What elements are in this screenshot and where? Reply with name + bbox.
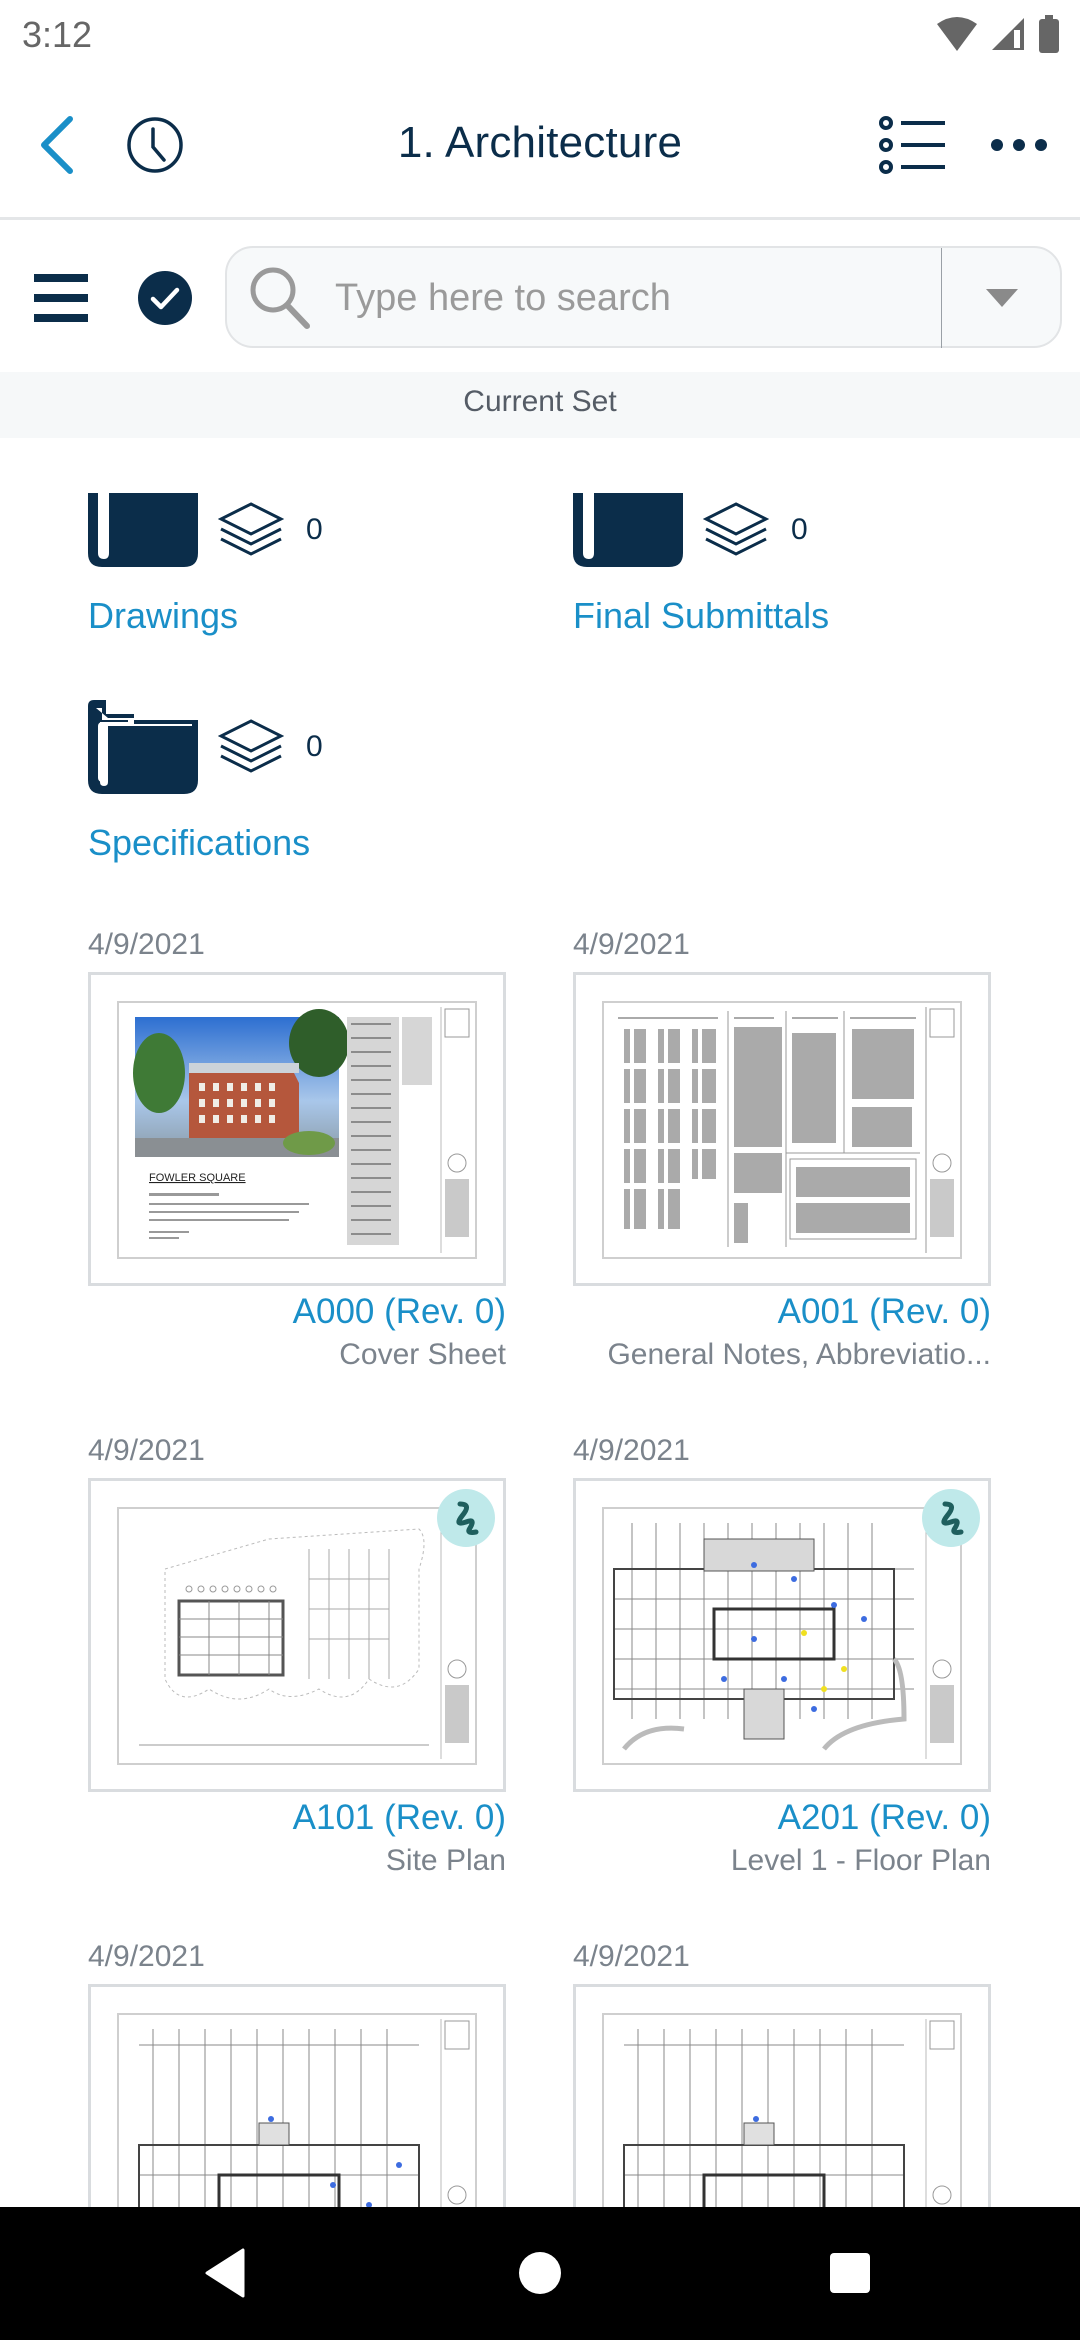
floor-plan-thumbnail	[613, 1513, 954, 1759]
nav-recents-button[interactable]	[815, 2243, 885, 2303]
status-bar: 3:12	[0, 0, 1080, 70]
sheet-name: General Notes, Abbreviatio...	[607, 1338, 991, 1371]
sheet-code[interactable]: A000 (Rev. 0)	[88, 1292, 506, 1332]
list-view-icon	[879, 116, 945, 174]
sheet-date: 4/9/2021	[88, 1940, 205, 1973]
sheet-date: 4/9/2021	[573, 1940, 690, 1973]
search-field[interactable]	[225, 246, 1062, 348]
notes-sheet-thumbnail	[618, 1007, 955, 1253]
sheet-card[interactable]: 4/9/2021 A201 (Rev. 0) Level 1 - Floor P…	[573, 1434, 991, 1878]
system-nav-bar	[0, 2207, 1080, 2340]
folder-icon	[88, 700, 198, 794]
folder-icon	[573, 493, 683, 567]
search-filter-dropdown[interactable]	[942, 248, 1062, 348]
toolbar	[0, 223, 1080, 372]
site-plan-thumbnail	[139, 1513, 469, 1759]
sheet-drawing: FOWLER SQUARE	[117, 1001, 477, 1259]
list-view-button[interactable]	[876, 110, 952, 180]
thumb-title: FOWLER SQUARE	[149, 1172, 246, 1184]
hamburger-menu-icon	[34, 274, 88, 322]
battery-icon	[1039, 15, 1059, 53]
sheet-date: 4/9/2021	[88, 928, 205, 961]
more-options-button[interactable]	[984, 120, 1054, 170]
nav-recents-icon	[830, 2253, 870, 2293]
app-header: 1. Architecture	[0, 70, 1080, 220]
sheet-name: Site Plan	[385, 1844, 506, 1877]
folder-label[interactable]: Final Submittals	[573, 595, 829, 637]
folder-final-submittals[interactable]: 0 Final Submittals	[573, 493, 829, 637]
sheet-card[interactable]: 4/9/2021 A001 (Rev. 0) General Notes, Ab…	[573, 928, 991, 1372]
layers-icon	[703, 502, 769, 556]
layers-icon	[218, 502, 284, 556]
folder-label[interactable]: Specifications	[88, 822, 323, 864]
folder-count: 0	[306, 513, 323, 546]
sheet-thumbnail[interactable]	[88, 1478, 506, 1792]
sheet-drawing	[602, 1001, 962, 1259]
current-set-label: Current Set	[463, 385, 617, 418]
sheet-code[interactable]: A101 (Rev. 0)	[88, 1798, 506, 1838]
search-input[interactable]	[335, 268, 925, 328]
folder-icon	[88, 493, 198, 567]
markup-squiggle-icon	[941, 1501, 964, 1535]
markup-badge	[922, 1489, 980, 1547]
sheet-date: 4/9/2021	[573, 928, 690, 961]
sheet-name: Cover Sheet	[339, 1338, 506, 1371]
status-icons	[936, 15, 1060, 53]
search-icon	[250, 267, 310, 329]
wifi-icon	[937, 17, 977, 51]
nav-home-button[interactable]	[505, 2243, 575, 2303]
folder-count: 0	[791, 513, 808, 546]
status-time: 3:12	[22, 14, 93, 55]
sheet-card[interactable]: 4/9/2021 A101 (Rev. 0) Site Plan	[88, 1434, 506, 1878]
more-dots-icon	[991, 139, 1047, 151]
sheet-thumbnail[interactable]: FOWLER SQUARE	[88, 972, 506, 1286]
check-circle-icon	[138, 271, 192, 325]
cell-signal-icon	[992, 18, 1024, 50]
markup-squiggle-icon	[456, 1501, 479, 1535]
sheet-code[interactable]: A201 (Rev. 0)	[573, 1798, 991, 1838]
sheet-thumbnail[interactable]	[573, 972, 991, 1286]
current-set-banner: Current Set	[0, 372, 1080, 438]
sheet-name: Level 1 - Floor Plan	[730, 1844, 991, 1877]
select-mode-button[interactable]	[134, 268, 196, 328]
cover-sheet-thumbnail: FOWLER SQUARE	[133, 1007, 470, 1253]
sheet-drawing	[602, 1507, 962, 1765]
sheet-code[interactable]: A001 (Rev. 0)	[573, 1292, 991, 1332]
sheet-date: 4/9/2021	[88, 1434, 205, 1467]
folder-drawings[interactable]: 0 Drawings	[88, 493, 323, 637]
sheet-drawing	[117, 1507, 477, 1765]
sheet-date: 4/9/2021	[573, 1434, 690, 1467]
menu-button[interactable]	[30, 268, 94, 328]
folder-count: 0	[306, 730, 323, 763]
nav-back-button[interactable]	[190, 2243, 260, 2303]
markup-badge	[437, 1489, 495, 1547]
sheet-card[interactable]: 4/9/2021 FOWLER SQUARE A000 (Rev. 0) Cov…	[88, 928, 506, 1372]
nav-home-icon	[519, 2252, 561, 2294]
folder-specifications[interactable]: 0 Specifications	[88, 700, 323, 864]
folder-label[interactable]: Drawings	[88, 595, 323, 637]
caret-down-icon	[986, 289, 1018, 307]
sheet-thumbnail[interactable]	[573, 1478, 991, 1792]
nav-back-icon	[205, 2248, 245, 2298]
layers-icon	[218, 719, 284, 773]
